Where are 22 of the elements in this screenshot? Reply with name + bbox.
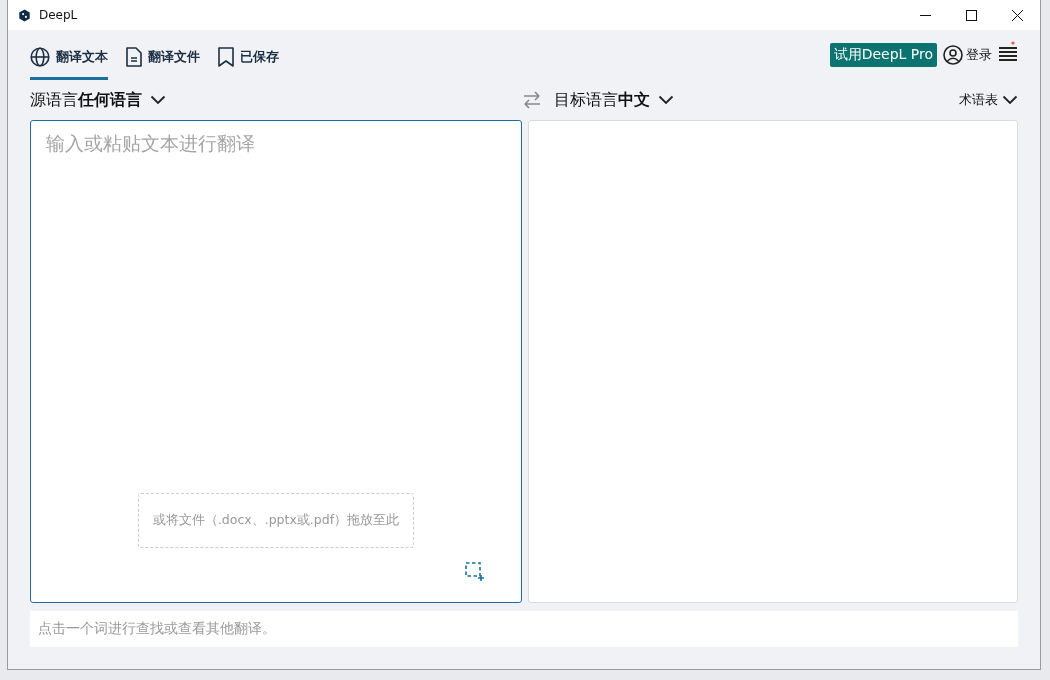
try-pro-button[interactable]: 试用DeepL Pro <box>829 43 937 67</box>
login-button[interactable]: 登录 <box>943 45 992 65</box>
document-icon <box>126 46 142 67</box>
screen-capture-icon[interactable] <box>465 562 485 582</box>
globe-icon <box>30 46 50 67</box>
bookmark-icon <box>218 46 234 67</box>
source-language-dropdown[interactable]: 源语言任何语言 <box>30 89 166 111</box>
maximize-icon <box>965 9 977 21</box>
window-title: DeepL <box>39 8 78 22</box>
nav-tab[interactable]: 翻译文件 <box>126 30 200 80</box>
nav-tab[interactable]: 已保存 <box>218 30 279 80</box>
target-language-dropdown[interactable]: 目标语言中文 <box>554 89 674 111</box>
chevron-down-icon <box>1002 95 1018 105</box>
glossary-dropdown[interactable]: 术语表 <box>959 91 1018 109</box>
close-icon <box>1011 9 1023 21</box>
chevron-down-icon <box>150 95 166 105</box>
nav-tab[interactable]: 翻译文本 <box>30 30 108 80</box>
user-icon <box>943 45 963 65</box>
chevron-down-icon <box>658 95 674 105</box>
app-logo-icon <box>18 8 31 22</box>
swap-languages-button[interactable] <box>522 91 542 109</box>
status-hint: 点击一个词进行查找或查看其他翻译。 <box>38 620 276 638</box>
